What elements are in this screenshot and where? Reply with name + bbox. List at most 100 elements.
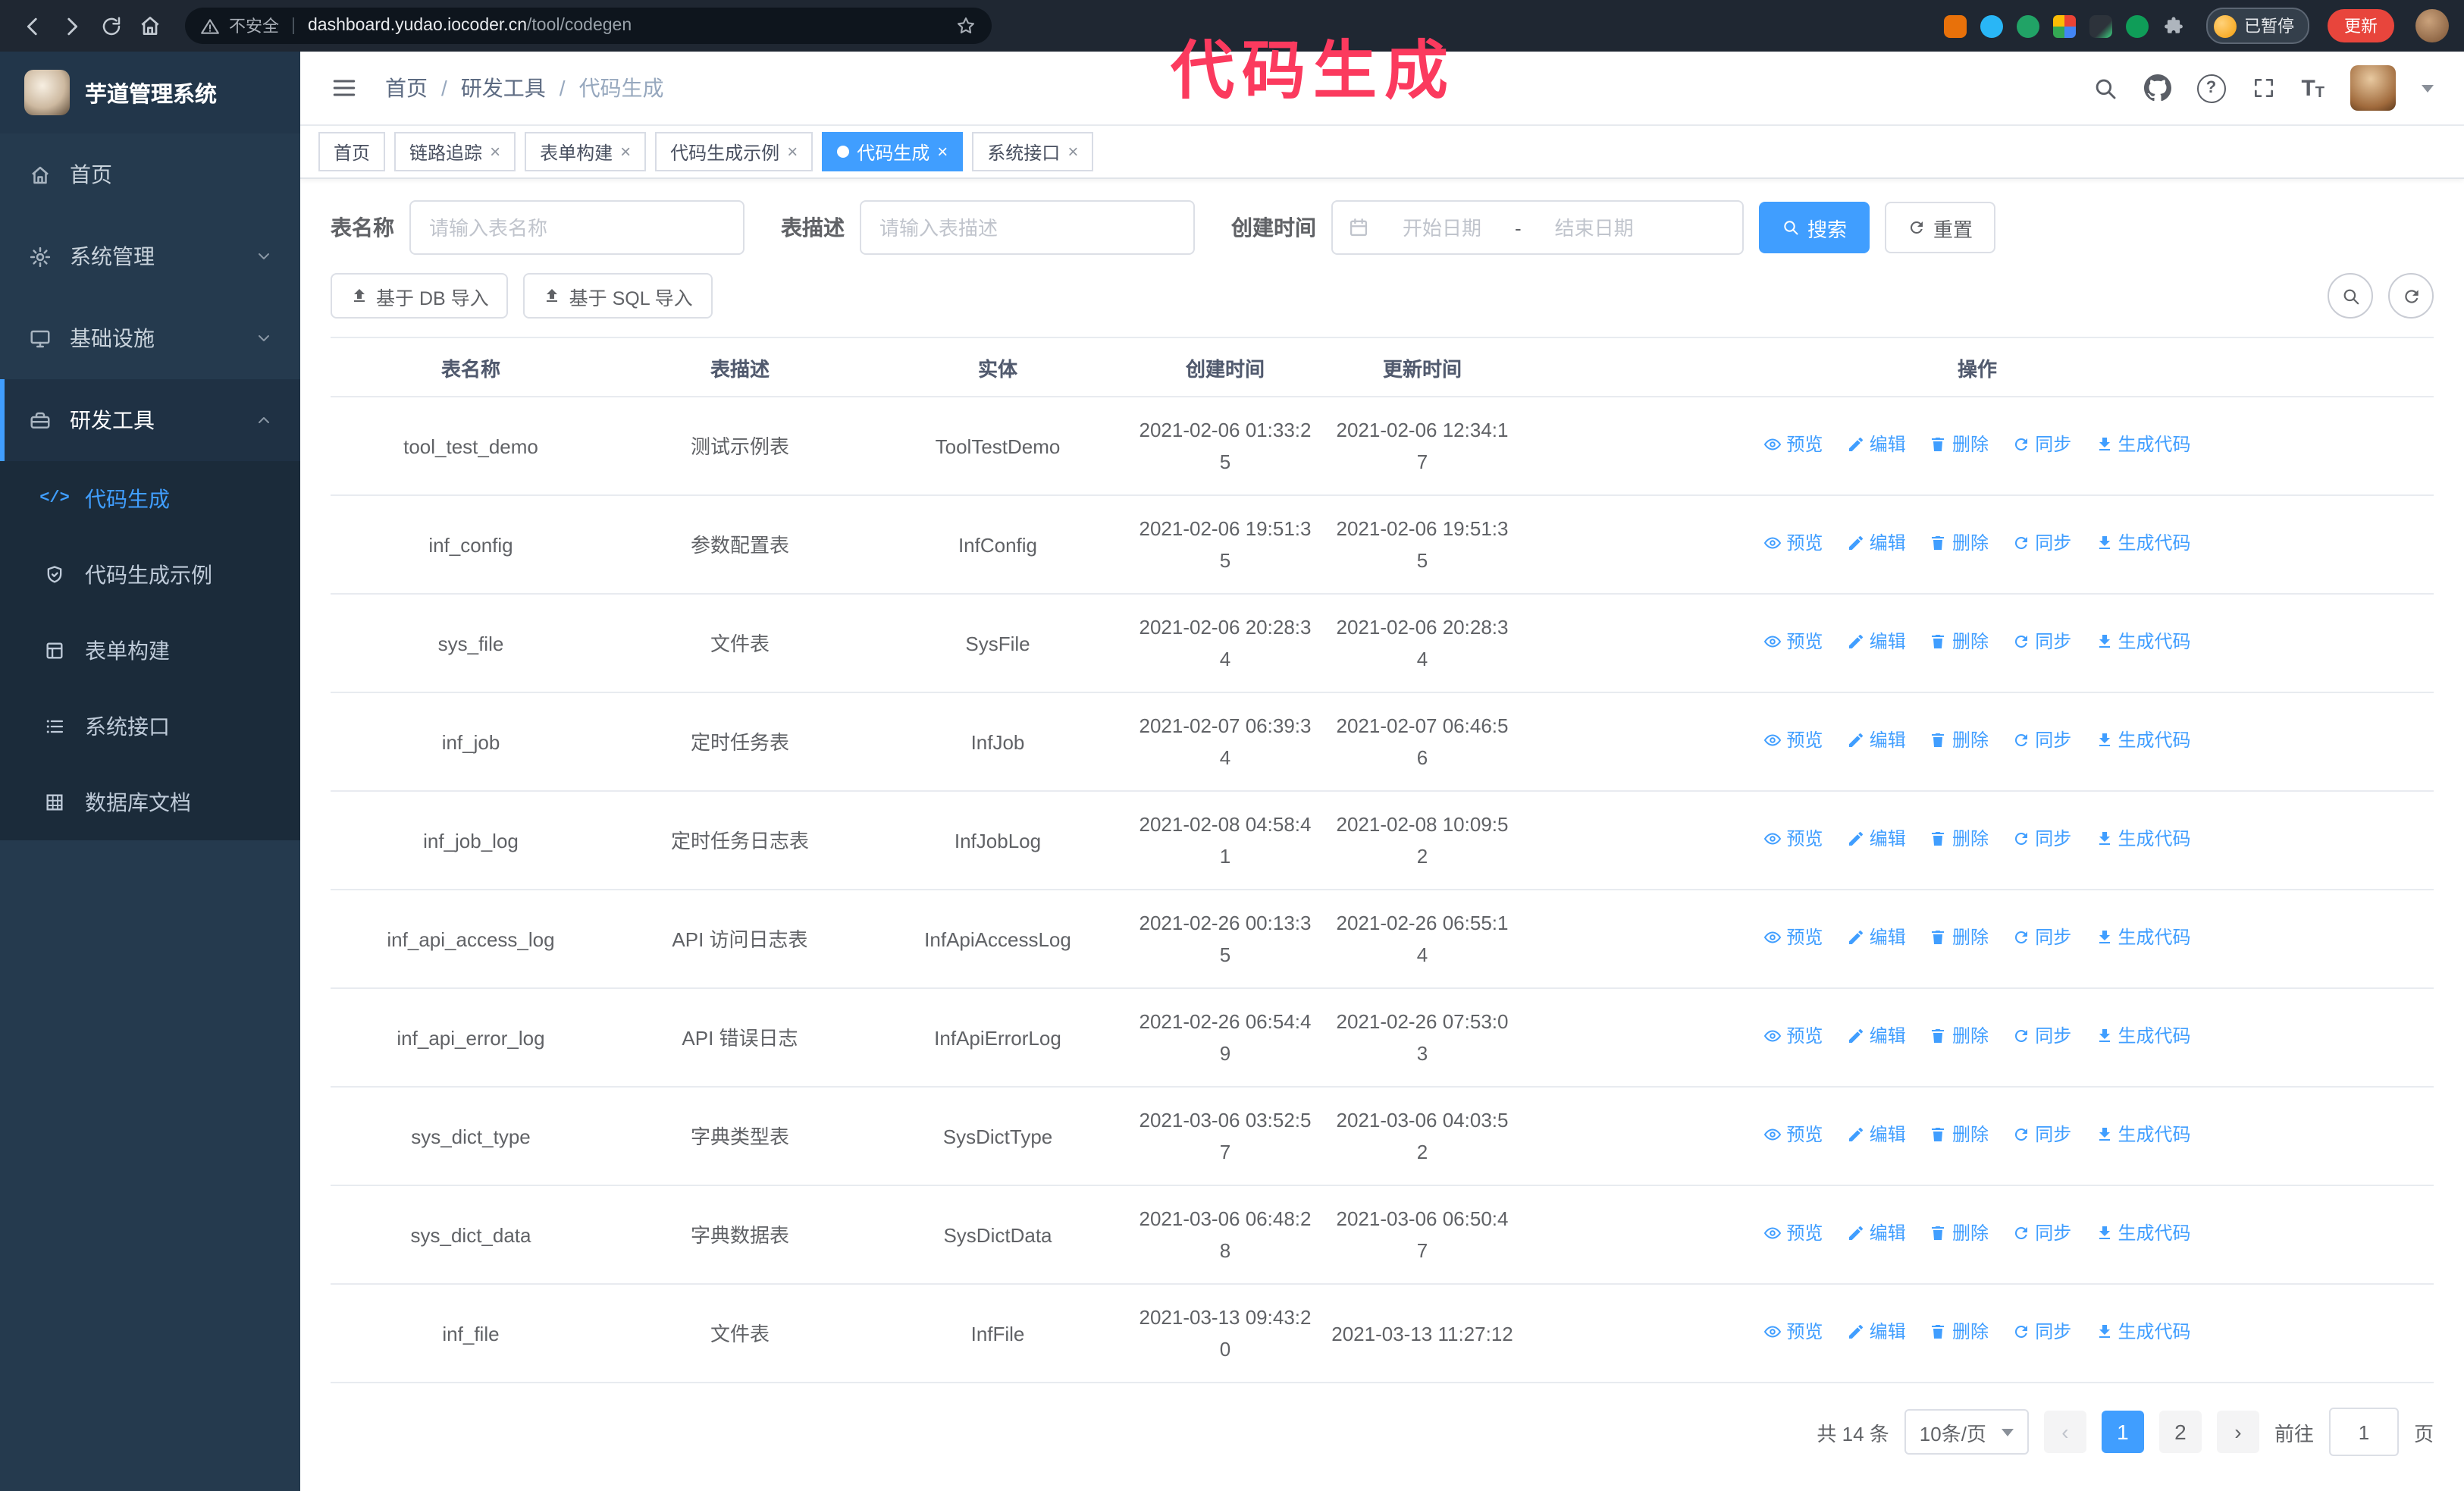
table-desc-input[interactable]: [860, 200, 1195, 255]
tab-form-builder[interactable]: 表单构建 ×: [525, 132, 647, 171]
preview-link[interactable]: 预览: [1763, 725, 1823, 757]
sync-link[interactable]: 同步: [2012, 1119, 2071, 1151]
generate-code-link[interactable]: 生成代码: [2096, 626, 2191, 658]
sidebar-subitem-codegen[interactable]: </> 代码生成: [0, 461, 300, 537]
extensions-puzzle-icon[interactable]: [2162, 14, 2185, 37]
preview-link[interactable]: 预览: [1763, 528, 1823, 560]
app-logo[interactable]: 芋道管理系统: [0, 52, 300, 133]
tab-codegen-example[interactable]: 代码生成示例 ×: [655, 132, 813, 171]
page-button-2[interactable]: 2: [2158, 1411, 2202, 1453]
delete-link[interactable]: 删除: [1930, 922, 1989, 954]
sync-link[interactable]: 同步: [2012, 429, 2071, 461]
edit-link[interactable]: 编辑: [1847, 922, 1906, 954]
prev-page-button[interactable]: ‹: [2043, 1411, 2086, 1453]
page-button-1[interactable]: 1: [2101, 1411, 2144, 1453]
extension-icon[interactable]: [2017, 14, 2039, 37]
preview-link[interactable]: 预览: [1763, 1119, 1823, 1151]
home-button[interactable]: [133, 9, 167, 42]
edit-link[interactable]: 编辑: [1847, 626, 1906, 658]
goto-page-input[interactable]: [2328, 1408, 2399, 1456]
edit-link[interactable]: 编辑: [1847, 824, 1906, 855]
preview-link[interactable]: 预览: [1763, 824, 1823, 855]
edit-link[interactable]: 编辑: [1847, 725, 1906, 757]
generate-code-link[interactable]: 生成代码: [2096, 1218, 2191, 1250]
page-size-select[interactable]: 10条/页: [1904, 1409, 2029, 1455]
delete-link[interactable]: 删除: [1930, 1021, 1989, 1053]
generate-code-link[interactable]: 生成代码: [2096, 429, 2191, 461]
sync-link[interactable]: 同步: [2012, 626, 2071, 658]
edit-link[interactable]: 编辑: [1847, 1218, 1906, 1250]
edit-link[interactable]: 编辑: [1847, 528, 1906, 560]
reset-button[interactable]: 重置: [1885, 202, 1996, 253]
font-size-icon[interactable]: TT: [2301, 75, 2324, 101]
tab-codegen[interactable]: 代码生成 ×: [822, 132, 964, 171]
import-sql-button[interactable]: 基于 SQL 导入: [523, 273, 713, 319]
preview-link[interactable]: 预览: [1763, 1317, 1823, 1348]
sync-link[interactable]: 同步: [2012, 725, 2071, 757]
security-warning-icon[interactable]: [200, 16, 220, 36]
tab-api[interactable]: 系统接口 ×: [972, 132, 1094, 171]
chrome-update-button[interactable]: 更新: [2328, 9, 2394, 42]
delete-link[interactable]: 删除: [1930, 626, 1989, 658]
sidebar-subitem-api[interactable]: 系统接口: [0, 689, 300, 764]
delete-link[interactable]: 删除: [1930, 1218, 1989, 1250]
preview-link[interactable]: 预览: [1763, 626, 1823, 658]
help-icon[interactable]: ?: [2196, 74, 2226, 102]
generate-code-link[interactable]: 生成代码: [2096, 922, 2191, 954]
tab-trace[interactable]: 链路追踪 ×: [394, 132, 516, 171]
sidebar-item-infra[interactable]: 基础设施: [0, 297, 300, 379]
search-icon[interactable]: [2092, 75, 2118, 101]
delete-link[interactable]: 删除: [1930, 1317, 1989, 1348]
sidebar-fold-icon[interactable]: [331, 74, 358, 102]
generate-code-link[interactable]: 生成代码: [2096, 824, 2191, 855]
end-date-input[interactable]: [1530, 215, 1658, 240]
close-icon[interactable]: ×: [787, 143, 798, 161]
sync-link[interactable]: 同步: [2012, 1021, 2071, 1053]
chevron-down-icon[interactable]: [2422, 84, 2434, 92]
delete-link[interactable]: 删除: [1930, 528, 1989, 560]
toggle-search-button[interactable]: [2328, 273, 2373, 319]
preview-link[interactable]: 预览: [1763, 1021, 1823, 1053]
address-bar[interactable]: 不安全 | dashboard.yudao.iocoder.cn/tool/co…: [185, 8, 992, 44]
breadcrumb-home[interactable]: 首页: [385, 73, 428, 103]
preview-link[interactable]: 预览: [1763, 922, 1823, 954]
edit-link[interactable]: 编辑: [1847, 1119, 1906, 1151]
sidebar-item-home[interactable]: 首页: [0, 133, 300, 215]
bookmark-star-icon[interactable]: [955, 15, 977, 36]
sidebar-subitem-db-doc[interactable]: 数据库文档: [0, 764, 300, 840]
forward-button[interactable]: [55, 9, 88, 42]
generate-code-link[interactable]: 生成代码: [2096, 1317, 2191, 1348]
delete-link[interactable]: 删除: [1930, 725, 1989, 757]
breadcrumb-devtools[interactable]: 研发工具: [461, 73, 546, 103]
preview-link[interactable]: 预览: [1763, 1218, 1823, 1250]
import-db-button[interactable]: 基于 DB 导入: [331, 273, 509, 319]
extension-icon[interactable]: [2126, 14, 2149, 37]
sync-link[interactable]: 同步: [2012, 528, 2071, 560]
edit-link[interactable]: 编辑: [1847, 1317, 1906, 1348]
user-avatar[interactable]: [2350, 65, 2396, 111]
sidebar-subitem-codegen-example[interactable]: 代码生成示例: [0, 537, 300, 613]
edit-link[interactable]: 编辑: [1847, 1021, 1906, 1053]
generate-code-link[interactable]: 生成代码: [2096, 1021, 2191, 1053]
fullscreen-icon[interactable]: [2251, 76, 2275, 100]
github-icon[interactable]: [2143, 74, 2171, 102]
reload-button[interactable]: [94, 9, 127, 42]
refresh-button[interactable]: [2388, 273, 2434, 319]
generate-code-link[interactable]: 生成代码: [2096, 528, 2191, 560]
date-range-picker[interactable]: -: [1331, 200, 1744, 255]
close-icon[interactable]: ×: [937, 143, 948, 161]
close-icon[interactable]: ×: [1067, 143, 1078, 161]
generate-code-link[interactable]: 生成代码: [2096, 725, 2191, 757]
table-name-input[interactable]: [409, 200, 745, 255]
extension-icon[interactable]: [2053, 14, 2076, 37]
sidebar-subitem-form-builder[interactable]: 表单构建: [0, 613, 300, 689]
paused-badge[interactable]: 已暂停: [2206, 8, 2309, 44]
preview-link[interactable]: 预览: [1763, 429, 1823, 461]
next-page-button[interactable]: ›: [2216, 1411, 2259, 1453]
start-date-input[interactable]: [1378, 215, 1506, 240]
sync-link[interactable]: 同步: [2012, 1317, 2071, 1348]
browser-profile-avatar[interactable]: [2415, 9, 2449, 42]
sidebar-item-devtools[interactable]: 研发工具: [0, 379, 300, 461]
extension-icon[interactable]: [2089, 14, 2112, 37]
close-icon[interactable]: ×: [490, 143, 500, 161]
